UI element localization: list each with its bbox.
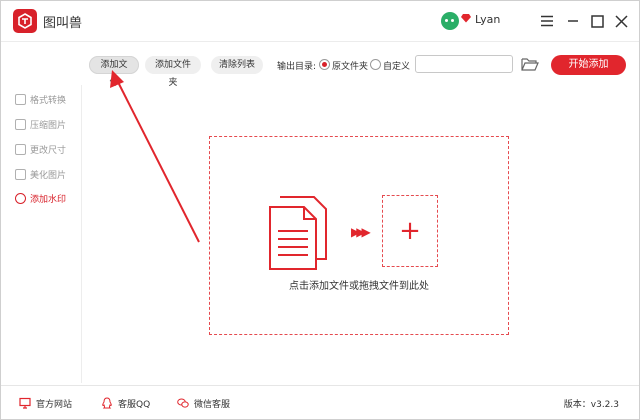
maximize-icon[interactable]	[587, 11, 607, 31]
folder-open-icon[interactable]	[521, 57, 539, 71]
documents-icon	[269, 196, 327, 270]
footer-wechat-link[interactable]: 微信客服	[177, 396, 230, 410]
sidebar-item-beautify[interactable]: 美化图片	[15, 166, 66, 182]
title-bar: 图叫兽 Lyan	[1, 1, 639, 42]
beautify-icon	[15, 168, 26, 180]
compress-icon	[15, 118, 26, 130]
drop-hint-text: 点击添加文件或拖拽文件到此处	[289, 281, 429, 292]
radio-custom[interactable]	[370, 59, 381, 70]
minimize-icon[interactable]	[563, 11, 583, 31]
user-name[interactable]: Lyan	[475, 13, 500, 26]
wechat-icon[interactable]	[441, 12, 459, 30]
toolbar: 添加文件 添加文件夹 清除列表 输出目录: 原文件夹 自定义 开始添加	[81, 43, 639, 88]
resize-icon	[15, 143, 26, 155]
radio-original-folder-label[interactable]: 原文件夹	[332, 59, 368, 72]
sidebar-item-convert[interactable]: 格式转换	[15, 91, 66, 107]
sidebar-item-compress[interactable]: 压缩图片	[15, 116, 66, 132]
file-drop-zone[interactable]: ▶▶▶ + 点击添加文件或拖拽文件到此处	[209, 136, 509, 335]
sidebar-item-watermark[interactable]: 添加水印	[15, 190, 66, 206]
add-folder-button[interactable]: 添加文件夹	[145, 56, 201, 88]
sidebar-item-label: 格式转换	[30, 95, 67, 106]
version-label: 版本：v3.2.3	[563, 400, 619, 410]
add-file-button[interactable]: 添加文件	[89, 56, 139, 88]
footer-wechat-label: 微信客服	[194, 399, 231, 410]
start-button[interactable]: 开始添加	[551, 55, 626, 75]
wechat-service-icon	[177, 398, 189, 408]
footer-website-label: 官方网站	[36, 399, 73, 410]
sidebar: 格式转换 压缩图片 更改尺寸 美化图片 添加水印	[1, 85, 81, 385]
app-logo-icon	[13, 9, 37, 33]
footer-website-link[interactable]: 官方网站	[19, 396, 72, 410]
output-dir-label: 输出目录:	[277, 62, 317, 72]
output-path-input[interactable]	[415, 55, 513, 73]
footer-qq-label: 客服QQ	[118, 399, 151, 410]
sidebar-item-label: 压缩图片	[30, 120, 67, 131]
footer: 官方网站 客服QQ 微信客服 版本：v3.2.3	[1, 385, 639, 420]
clear-list-button[interactable]: 清除列表	[211, 56, 263, 74]
triple-arrow-icon: ▶▶▶	[351, 225, 371, 239]
monitor-icon	[19, 397, 31, 409]
sidebar-item-resize[interactable]: 更改尺寸	[15, 141, 66, 157]
sidebar-divider	[81, 85, 82, 383]
sidebar-item-label: 美化图片	[30, 170, 67, 181]
watermark-icon	[15, 192, 26, 204]
convert-icon	[15, 93, 26, 105]
app-window: 图叫兽 Lyan 添加文件 添加文件夹 清除列表 输出目录: 原文件夹 自定义 …	[0, 0, 640, 420]
close-icon[interactable]	[611, 11, 631, 31]
sidebar-item-label: 更改尺寸	[30, 145, 67, 156]
vip-diamond-icon	[461, 14, 471, 23]
radio-custom-label[interactable]: 自定义	[383, 59, 410, 72]
sidebar-item-label: 添加水印	[30, 194, 67, 205]
qq-icon	[102, 397, 112, 409]
menu-icon[interactable]	[537, 11, 557, 31]
radio-original-folder[interactable]	[319, 59, 330, 70]
add-plus-icon[interactable]: +	[382, 195, 438, 267]
footer-qq-link[interactable]: 客服QQ	[101, 396, 150, 410]
app-title: 图叫兽	[43, 16, 83, 31]
